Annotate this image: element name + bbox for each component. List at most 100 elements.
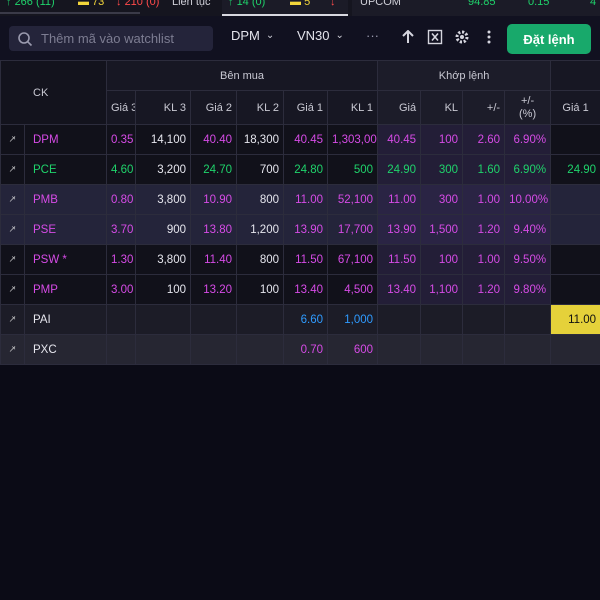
bid-price-2-cell: 10.90 (190, 184, 237, 215)
upcom-index-value: 94.85 (468, 0, 496, 8)
chevron-down-icon: ⌄ (265, 30, 275, 41)
ask-group-header (550, 60, 600, 91)
change-cell: 1.00 (462, 184, 506, 215)
more-options[interactable]: ··· (366, 28, 379, 43)
match-volume-header[interactable]: KL (420, 90, 464, 125)
match-price-cell: 40.45 (377, 124, 422, 155)
bid-price-3-cell: 3.70 (106, 214, 136, 245)
pin-icon[interactable]: † (0, 184, 25, 215)
table-row[interactable]: † PSE 3.70 900 13.80 1,200 13.90 17,700 13.90 1,5… (0, 214, 600, 245)
hnx-advances: ↑ 14 (0) (228, 0, 266, 8)
bid-volume-1-cell: 67,100 (326, 244, 379, 275)
change-percent-cell: 10.00% (504, 184, 552, 215)
symbol-cell: PMP (24, 274, 107, 305)
match-price-cell: 11.00 (377, 184, 422, 215)
symbol-cell: PAI (24, 304, 107, 335)
hnx-index-tab[interactable]: ↑ 14 (0) ▬ 5 ↓ (222, 0, 348, 16)
symbol-cell: PSE (24, 214, 107, 245)
bid-price-1-header[interactable]: Giá 1 (283, 90, 328, 125)
hnx-unchanged: ▬ 5 (290, 0, 311, 8)
pin-icon[interactable]: † (0, 334, 25, 365)
hnx-declines-icon: ↓ (330, 0, 336, 8)
bid-volume-2-cell: 100 (236, 274, 284, 305)
symbol-cell: PSW * (24, 244, 107, 275)
gear-icon[interactable] (452, 27, 472, 47)
bid-volume-2-cell (236, 304, 284, 335)
pin-icon[interactable]: † (0, 154, 25, 185)
symbol-column-header[interactable]: CK (0, 60, 107, 125)
bid-volume-2-cell: 700 (236, 154, 284, 185)
change-cell: 1.60 (462, 154, 506, 185)
table-row[interactable]: † PMP 3.00 100 13.20 100 13.40 4,500 13.40 1,100 1… (0, 274, 600, 305)
change-header[interactable]: +/- (462, 90, 506, 125)
table-row[interactable]: † PSW * 1.30 3,800 11.40 800 11.50 67,100 11.50 1… (0, 244, 600, 275)
symbol-dropdown-value: DPM (231, 28, 260, 43)
bid-volume-3-cell (135, 334, 191, 365)
bid-volume-1-header[interactable]: KL 1 (326, 90, 379, 125)
bid-group-header: Bên mua (105, 60, 379, 91)
ask-price-1-cell (550, 214, 600, 245)
symbol-dropdown[interactable]: DPM ⌄ (231, 28, 274, 43)
pin-icon[interactable]: † (0, 274, 25, 305)
bid-price-1-cell: 0.70 (283, 334, 328, 365)
change-percent-header[interactable]: +/- (%) (504, 90, 552, 125)
match-price-cell: 13.90 (377, 214, 422, 245)
table-row[interactable]: † PCE 4.60 3,200 24.70 700 24.80 500 24.90 300 1.6… (0, 154, 600, 185)
bid-volume-2-cell: 800 (236, 184, 284, 215)
bid-price-2-cell (190, 304, 237, 335)
table-row[interactable]: †DPM0.3514,10040.4018,30040.451,303,0004… (0, 124, 600, 155)
pin-icon[interactable]: † (0, 304, 25, 335)
match-price-header[interactable]: Giá (377, 90, 422, 125)
upcom-change: 0.15 (528, 0, 550, 8)
change-percent-cell: 6.90% (504, 124, 552, 155)
bid-volume-1-cell: 52,100 (326, 184, 379, 215)
ask-price-1-header[interactable]: Giá 1 (550, 90, 600, 125)
bid-volume-1-cell: 4,500 (326, 274, 379, 305)
bid-price-3-cell (106, 304, 136, 335)
upcom-index-tab[interactable]: UPCOM 94.85 0.15 4 (352, 0, 600, 16)
match-volume-cell: 100 (420, 244, 464, 275)
ask-price-1-cell: 11.00 (550, 304, 600, 335)
match-volume-cell: 1,500 (420, 214, 464, 245)
excel-export-icon[interactable] (425, 27, 445, 47)
symbol-cell: PXC (24, 334, 107, 365)
pin-icon[interactable]: † (0, 124, 25, 155)
bid-price-2-cell: 13.20 (190, 274, 237, 305)
ask-price-1-cell (550, 274, 600, 305)
bid-price-3-cell: 3.00 (106, 274, 136, 305)
place-order-button[interactable]: Đặt lệnh (507, 24, 591, 54)
bid-volume-3-cell: 3,200 (135, 154, 191, 185)
ask-price-1-cell (550, 334, 600, 365)
table-row[interactable]: † PAI 6.60 1,000 11.00 (0, 304, 600, 335)
bid-volume-1-cell: 600 (326, 334, 379, 365)
table-row[interactable]: † PXC 0.70 600 (0, 334, 600, 365)
sort-up-icon[interactable] (398, 27, 418, 47)
bid-price-2-header[interactable]: Giá 2 (190, 90, 237, 125)
change-percent-cell: 9.50% (504, 244, 552, 275)
bid-price-3-cell: 0.80 (106, 184, 136, 215)
pin-icon[interactable]: † (0, 244, 25, 275)
bid-price-3-cell: 0.35 (106, 124, 136, 155)
bid-price-3-header[interactable]: Giá 3 (106, 90, 136, 125)
upcom-label: UPCOM (360, 0, 401, 8)
match-volume-cell: 1,100 (420, 274, 464, 305)
ask-price-1-cell (550, 184, 600, 215)
match-price-cell (377, 304, 422, 335)
bid-price-3-cell: 1.30 (106, 244, 136, 275)
strip-divider (0, 12, 140, 14)
hose-advances: ↑ 266 (11) (6, 0, 55, 8)
bid-volume-1-cell: 17,700 (326, 214, 379, 245)
search-placeholder: Thêm mã vào watchlist (41, 31, 174, 46)
bid-volume-3-header[interactable]: KL 3 (135, 90, 191, 125)
ask-price-1-cell (550, 124, 600, 155)
bid-price-2-cell: 13.80 (190, 214, 237, 245)
match-price-cell: 13.40 (377, 274, 422, 305)
match-price-cell: 11.50 (377, 244, 422, 275)
symbol-cell: PMB (24, 184, 107, 215)
kebab-menu-icon[interactable] (479, 27, 499, 47)
bid-volume-2-header[interactable]: KL 2 (236, 90, 284, 125)
watchlist-search[interactable]: Thêm mã vào watchlist (9, 26, 213, 51)
pin-icon[interactable]: † (0, 214, 25, 245)
table-row[interactable]: † PMB 0.80 3,800 10.90 800 11.00 52,100 11.00 300… (0, 184, 600, 215)
index-dropdown[interactable]: VN30 ⌄ (297, 28, 344, 43)
